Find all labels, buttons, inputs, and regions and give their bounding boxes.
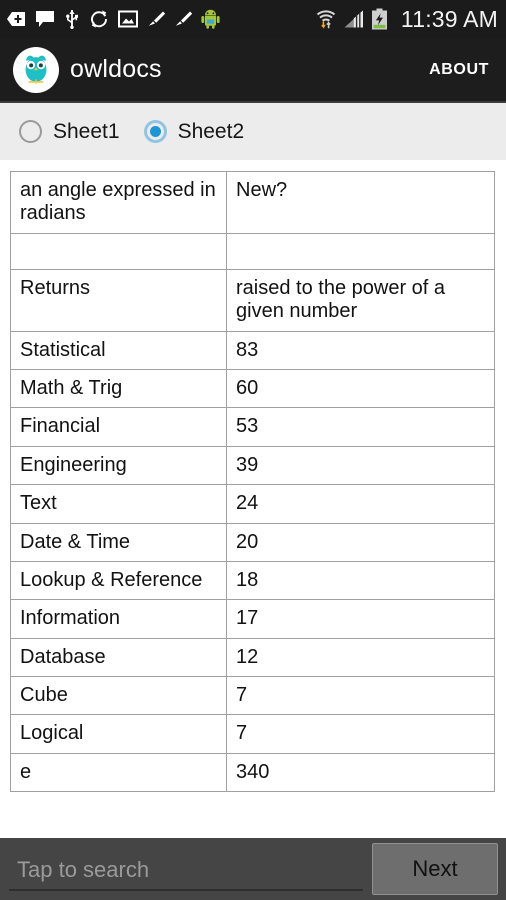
table-row[interactable]: Lookup & Reference 18 [10,560,495,601]
table-cell: 60 [226,368,495,409]
table-row[interactable]: Math & Trig 60 [10,368,495,409]
table-cell: Returns [10,268,227,332]
table-cell: Date & Time [10,522,227,562]
battery-charging-icon [371,8,388,30]
cleaner-brush-icon [147,10,165,28]
sheet-table-container[interactable]: an angle expressed in radians New? Returns… [0,160,506,838]
usb-icon [64,9,80,29]
table-cell: Information [10,599,227,639]
table-row[interactable]: Logical 7 [10,714,495,754]
status-bar: 11:39 AM [0,0,506,38]
table-cell: Engineering [10,445,227,486]
app-brand[interactable]: owldocs [13,46,429,93]
table-cell: Financial [10,407,227,447]
status-bar-left-icons [6,9,315,29]
cellular-signal-icon [343,9,365,29]
table-cell: 7 [226,676,495,716]
app-root: 11:39 AM owldocs ABOUT Sheet1 Sheet2 an … [0,0,506,900]
owl-logo-icon [13,46,59,93]
status-bar-right-icons: 11:39 AM [315,6,498,33]
app-title: owldocs [70,55,162,83]
table-cell: Math & Trig [10,368,227,409]
table-row[interactable]: Cube 7 [10,676,495,716]
table-cell: 12 [226,637,495,678]
table-row[interactable]: Date & Time 20 [10,522,495,562]
table-row[interactable]: Information 17 [10,599,495,639]
wifi-transfer-icon [315,8,337,30]
table-cell: Database [10,637,227,678]
sheet-option-sheet2-label: Sheet2 [177,119,245,143]
cleaner-brush-2-icon [174,10,192,28]
table-cell: 340 [226,752,495,793]
android-robot-icon [201,9,220,29]
about-button[interactable]: ABOUT [429,61,489,79]
search-placeholder: Tap to search [17,857,150,882]
table-cell: Cube [10,676,227,716]
sheet-selector: Sheet1 Sheet2 [0,103,506,160]
radio-sheet1-icon[interactable] [19,120,42,143]
table-row[interactable]: an angle expressed in radians New? [10,171,495,234]
status-bar-clock: 11:39 AM [400,5,498,32]
table-cell [10,232,227,270]
table-row[interactable] [10,232,495,270]
table-row[interactable]: Engineering 39 [10,445,495,486]
table-cell: New? [226,171,495,234]
action-bar: owldocs ABOUT [0,38,506,103]
table-cell: 39 [226,445,495,486]
table-cell: 17 [226,599,495,639]
table-row[interactable]: Financial 53 [10,407,495,447]
sheet-option-sheet1[interactable]: Sheet1 [19,120,120,144]
sheet-option-sheet1-label: Sheet1 [53,119,120,143]
table-cell [226,232,495,270]
table-row[interactable]: Returns raised to the power of a given nu… [10,268,495,332]
table-row[interactable]: Statistical 83 [10,330,495,370]
search-bar: Tap to search Next [0,838,506,900]
table-cell: Lookup & Reference [10,560,227,601]
table-cell: 20 [226,522,495,562]
table-cell: 83 [226,330,495,370]
table-cell: 7 [226,714,495,754]
table-cell: an angle expressed in radians [10,171,227,234]
table-cell: Logical [10,714,227,754]
message-icon [35,10,55,28]
table-cell: Text [10,484,227,524]
table-cell: 24 [226,484,495,524]
sheet-table: an angle expressed in radians New? Returns… [10,171,495,793]
table-row[interactable]: Text 24 [10,484,495,524]
table-cell: Statistical [10,330,227,370]
screenshot-image-icon [118,10,138,28]
table-row[interactable]: Database 12 [10,637,495,678]
sync-icon [89,9,109,29]
table-cell: raised to the power of a given number [226,268,495,332]
table-cell: 53 [226,407,495,447]
table-cell: e [10,752,227,793]
search-input[interactable]: Tap to search [9,847,363,891]
table-row[interactable]: e 340 [10,752,495,793]
sheet-option-sheet2[interactable]: Sheet2 [143,119,245,144]
radio-sheet2-icon[interactable] [143,120,167,143]
download-arrow-icon [6,10,26,28]
table-cell: 18 [226,560,495,601]
next-button[interactable]: Next [372,843,498,895]
